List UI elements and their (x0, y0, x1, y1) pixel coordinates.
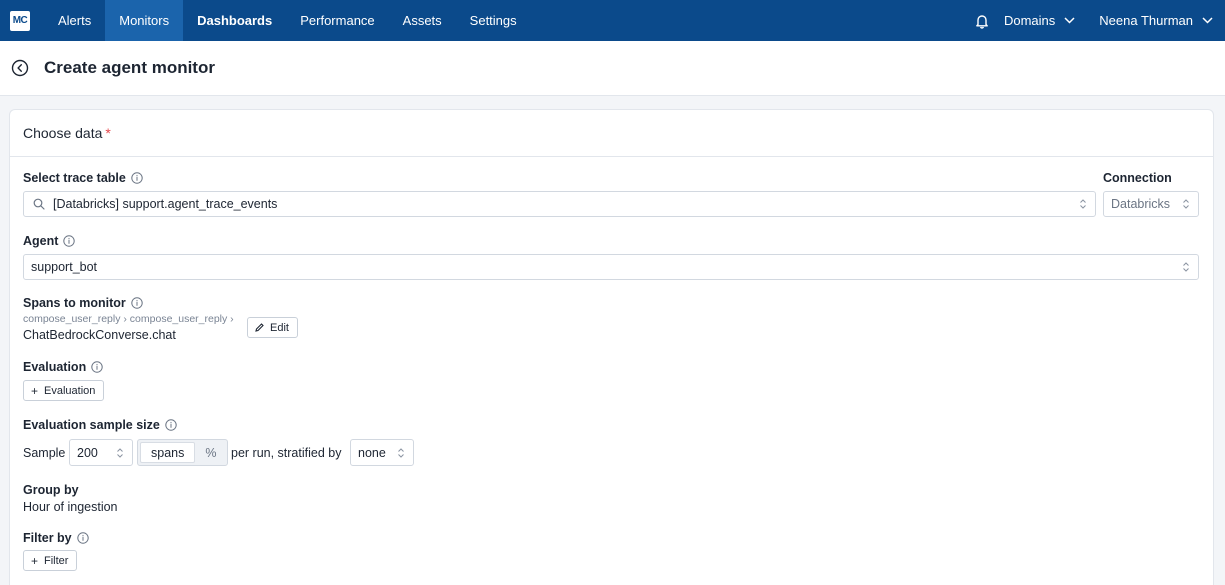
sample-size-input[interactable]: 200 (69, 439, 133, 466)
chevron-updown-icon (1080, 199, 1086, 209)
spans-label: Spans to monitor (23, 296, 143, 310)
user-menu[interactable]: Neena Thurman (1099, 13, 1213, 28)
chevron-updown-icon (117, 448, 123, 458)
add-filter-label: Filter (44, 554, 69, 567)
pencil-icon (255, 323, 264, 332)
group-by-value: Hour of ingestion (23, 500, 118, 514)
unit-option-percent[interactable]: % (195, 442, 226, 463)
nav-item-alerts[interactable]: Alerts (44, 0, 105, 41)
stratify-text: per run, stratified by (231, 446, 342, 460)
stratify-select[interactable]: none (350, 439, 414, 466)
logo[interactable]: MC (10, 10, 30, 31)
sample-prefix: Sample (23, 446, 66, 460)
nav-right: Domains Neena Thurman (974, 0, 1225, 41)
choose-data-card: Choose data * Select trace table Connect… (9, 109, 1214, 585)
chevron-updown-icon (398, 448, 404, 458)
info-icon[interactable] (76, 532, 89, 544)
nav-items: Alerts Monitors Dashboards Performance A… (44, 0, 531, 41)
chevron-updown-icon (1183, 199, 1189, 209)
connection-label-text: Connection (1103, 171, 1172, 185)
agent-value: support_bot (31, 260, 98, 274)
agent-label: Agent (23, 234, 76, 248)
span-leaf: ChatBedrockConverse.chat (23, 328, 176, 342)
back-icon[interactable] (11, 59, 29, 77)
span-path: compose_user_reply › compose_user_reply … (23, 313, 234, 325)
add-filter-button[interactable]: + Filter (23, 550, 78, 571)
sample-size-label-text: Evaluation sample size (23, 418, 160, 432)
info-icon[interactable] (165, 419, 177, 431)
group-by-label: Group by (23, 483, 79, 497)
trace-table-label: Select trace table (23, 171, 143, 185)
group-by-label-text: Group by (23, 483, 79, 497)
trace-table-select[interactable]: [Databricks] support.agent_trace_events (23, 191, 1096, 217)
evaluation-label-text: Evaluation (23, 360, 87, 374)
card-header: Choose data * (10, 110, 1213, 157)
chevron-down-icon (1064, 17, 1075, 24)
connection-value: Databricks (1111, 197, 1171, 211)
nav-item-assets[interactable]: Assets (389, 0, 456, 41)
sample-size-value: 200 (77, 445, 98, 460)
trace-table-value: [Databricks] support.agent_trace_events (53, 197, 278, 211)
required-mark: * (105, 125, 111, 141)
nav-item-performance[interactable]: Performance (286, 0, 388, 41)
plus-icon: + (31, 383, 39, 398)
page-title: Create agent monitor (44, 58, 215, 77)
agent-select[interactable]: support_bot (23, 254, 1199, 280)
connection-select[interactable]: Databricks (1103, 191, 1199, 217)
chevron-down-icon (1202, 17, 1213, 24)
card-title: Choose data (23, 125, 103, 141)
nav-item-dashboards[interactable]: Dashboards (183, 0, 286, 41)
connection-label: Connection (1103, 171, 1172, 185)
sample-size-label: Evaluation sample size (23, 418, 177, 432)
nav-item-monitors[interactable]: Monitors (105, 0, 184, 41)
agent-label-text: Agent (23, 234, 59, 248)
domains-dropdown[interactable]: Domains (1004, 13, 1075, 28)
info-icon[interactable] (131, 172, 143, 184)
bell-icon[interactable] (974, 13, 990, 29)
spans-label-text: Spans to monitor (23, 296, 126, 310)
filter-by-label: Filter by (23, 531, 89, 545)
nav-item-settings[interactable]: Settings (456, 0, 531, 41)
chevron-updown-icon (1183, 262, 1189, 272)
trace-table-label-text: Select trace table (23, 171, 126, 185)
info-icon[interactable] (131, 297, 143, 309)
domains-label: Domains (1003, 13, 1056, 28)
add-evaluation-button[interactable]: + Evaluation (23, 380, 105, 401)
evaluation-label: Evaluation (23, 360, 103, 374)
page-header: Create agent monitor (0, 41, 1225, 96)
search-icon (33, 198, 45, 210)
info-icon[interactable] (91, 361, 103, 373)
plus-icon: + (31, 553, 39, 568)
stratify-value: none (358, 445, 386, 460)
info-icon[interactable] (63, 235, 76, 247)
filter-by-label-text: Filter by (23, 531, 72, 545)
sample-unit-toggle: spans % (137, 439, 228, 466)
edit-label: Edit (270, 321, 289, 334)
edit-spans-button[interactable]: Edit (247, 317, 298, 338)
user-name: Neena Thurman (1099, 13, 1193, 28)
unit-option-spans[interactable]: spans (140, 442, 196, 463)
add-evaluation-label: Evaluation (44, 384, 96, 397)
top-nav: MC Alerts Monitors Dashboards Performanc… (0, 0, 1225, 41)
